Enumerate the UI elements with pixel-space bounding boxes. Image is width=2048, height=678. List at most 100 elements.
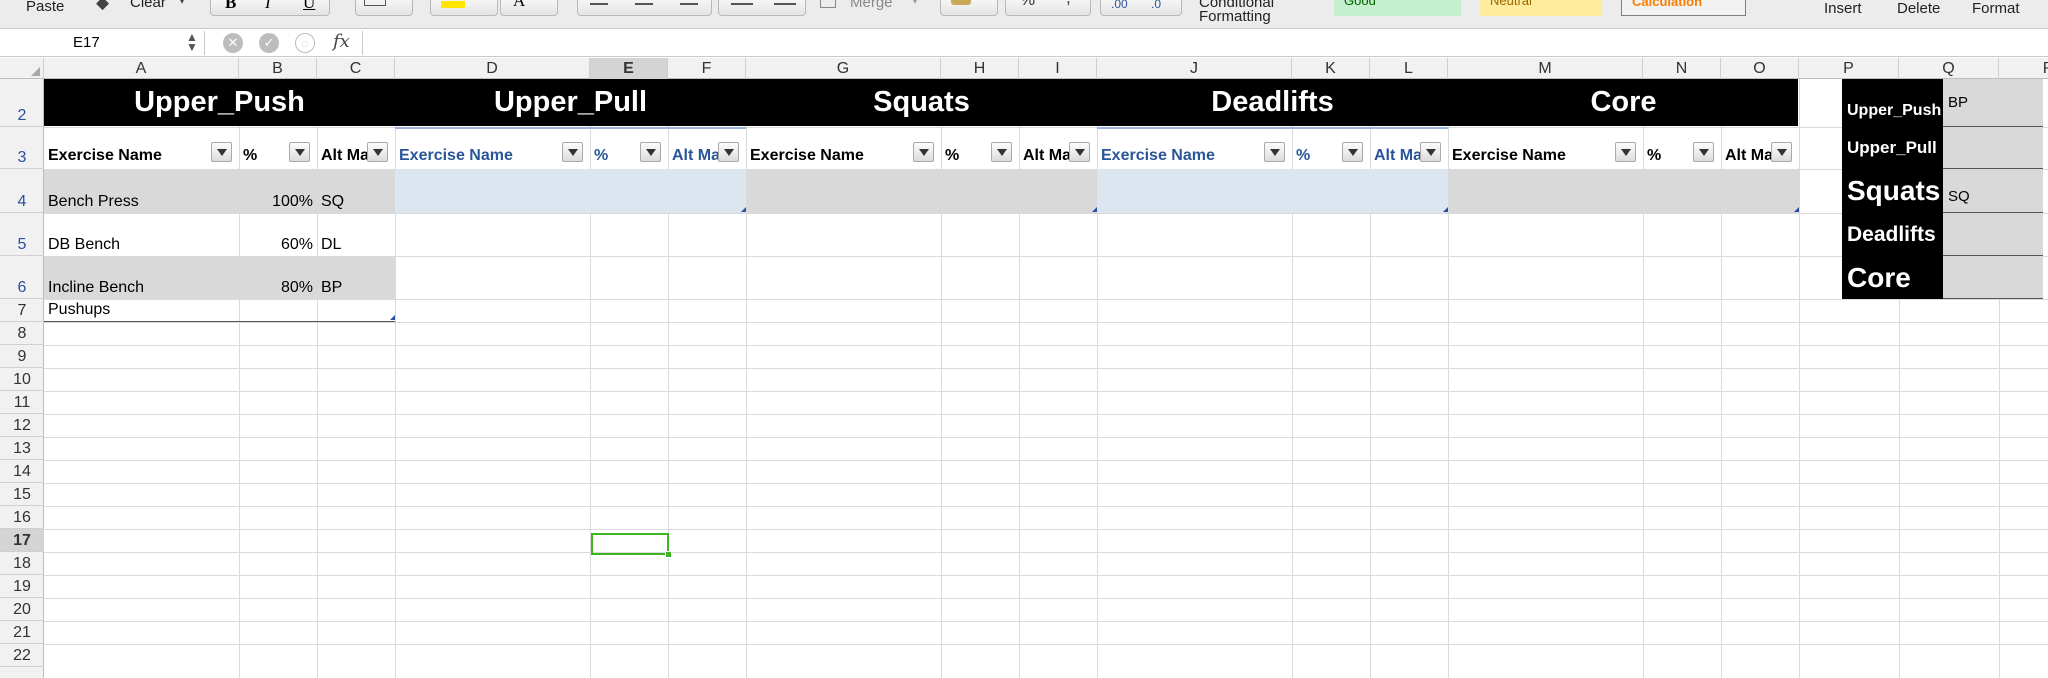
formula-input[interactable] [362, 31, 2042, 55]
fx-icon[interactable]: fx [333, 31, 350, 52]
upper-pull-header-name[interactable]: Exercise Name [395, 127, 590, 167]
table-resize-handle[interactable] [1092, 207, 1097, 212]
column-header-a[interactable]: A [44, 58, 239, 79]
align-center-icon[interactable] [635, 0, 653, 5]
row-header-10[interactable]: 10 [0, 368, 44, 391]
column-header-p[interactable]: P [1799, 58, 1899, 79]
comma-style-button[interactable]: , [1066, 0, 1071, 8]
percent-cell[interactable]: 60% [239, 213, 317, 256]
row-header-12[interactable]: 12 [0, 414, 44, 437]
alt-cell[interactable]: SQ [317, 169, 395, 213]
table-resize-handle[interactable] [390, 315, 395, 320]
row-header-3[interactable]: 3 [0, 127, 44, 169]
name-box-stepper-icon[interactable]: ▲ ▼ [186, 31, 198, 53]
row-header-9[interactable]: 9 [0, 345, 44, 368]
decrease-decimal-button[interactable]: .0 [1151, 0, 1161, 11]
cancel-edit-icon[interactable]: ✕ [223, 33, 243, 53]
percent-cell[interactable]: 100% [239, 169, 317, 213]
active-cell-selection[interactable] [591, 533, 669, 555]
filter-dropdown-button[interactable] [562, 142, 583, 162]
row-header-22[interactable]: 22 [0, 644, 44, 667]
percent-cell[interactable] [239, 299, 317, 322]
confirm-edit-icon[interactable]: ✓ [259, 33, 279, 53]
row-header-13[interactable]: 13 [0, 437, 44, 460]
category-title-deadlifts[interactable]: Deadlifts [1097, 79, 1448, 126]
increase-decimal-button[interactable]: .00 [1111, 0, 1128, 11]
row-header-6[interactable]: 6 [0, 256, 44, 299]
percent-style-button[interactable]: % [1020, 0, 1035, 10]
italic-icon[interactable]: I [265, 0, 271, 13]
row-header-21[interactable]: 21 [0, 621, 44, 644]
exercise-name-cell[interactable]: DB Bench [44, 213, 239, 256]
clear-button[interactable]: Clear [130, 0, 166, 11]
row-header-4[interactable]: 4 [0, 169, 44, 213]
delete-button[interactable]: Delete [1897, 0, 1940, 17]
underline-icon[interactable]: U [303, 0, 315, 13]
column-header-c[interactable]: C [317, 58, 395, 79]
category-title-upper-pull[interactable]: Upper_Pull [395, 79, 746, 126]
filter-dropdown-button[interactable] [1342, 142, 1363, 162]
column-header-f[interactable]: F [668, 58, 746, 79]
side-value-upper-pull[interactable] [1943, 127, 2043, 169]
filter-dropdown-button[interactable] [289, 142, 310, 162]
insert-function-icon[interactable]: ◌ [295, 33, 315, 53]
decrease-indent-icon[interactable] [731, 0, 753, 5]
side-label-squats[interactable]: Squats [1842, 169, 1943, 213]
select-all-corner[interactable] [0, 58, 44, 79]
row-header-15[interactable]: 15 [0, 483, 44, 506]
merge-button[interactable]: Merge [850, 0, 893, 11]
alt-cell[interactable] [317, 299, 395, 322]
column-header-b[interactable]: B [239, 58, 317, 79]
align-right-icon[interactable] [680, 0, 698, 5]
row-header-20[interactable]: 20 [0, 598, 44, 621]
side-value-squats[interactable]: SQ [1943, 169, 2043, 213]
column-header-i[interactable]: I [1019, 58, 1097, 79]
alt-cell[interactable]: DL [317, 213, 395, 256]
row-header-8[interactable]: 8 [0, 322, 44, 345]
filter-dropdown-button[interactable] [1615, 142, 1636, 162]
conditional-formatting-line2[interactable]: Formatting [1199, 8, 1271, 25]
squats-header-name[interactable]: Exercise Name [746, 127, 941, 167]
table-resize-handle[interactable] [1443, 207, 1448, 212]
side-label-core[interactable]: Core [1842, 256, 1943, 299]
side-label-deadlifts[interactable]: Deadlifts [1842, 213, 1943, 256]
column-header-l[interactable]: L [1370, 58, 1448, 79]
exercise-name-cell[interactable]: Incline Bench [44, 256, 239, 299]
side-value-deadlifts[interactable] [1943, 213, 2043, 256]
side-value-upper-push[interactable]: BP [1943, 79, 2043, 127]
insert-button[interactable]: Insert [1824, 0, 1862, 17]
filter-dropdown-button[interactable] [1264, 142, 1285, 162]
column-header-j[interactable]: J [1097, 58, 1292, 79]
column-header-e[interactable]: E [590, 58, 668, 79]
row-header-2[interactable]: 2 [0, 79, 44, 127]
column-header-k[interactable]: K [1292, 58, 1370, 79]
core-header-name[interactable]: Exercise Name [1448, 127, 1643, 167]
category-title-core[interactable]: Core [1448, 79, 1799, 126]
filter-dropdown-button[interactable] [640, 142, 661, 162]
filter-dropdown-button[interactable] [991, 142, 1012, 162]
name-box[interactable]: E17 ▲ ▼ [0, 31, 205, 55]
column-header-r[interactable]: R [1999, 58, 2048, 79]
row-header-17[interactable]: 17 [0, 529, 44, 552]
style-neutral[interactable]: Neutral [1480, 0, 1602, 16]
category-title-squats[interactable]: Squats [746, 79, 1097, 126]
row-header-5[interactable]: 5 [0, 213, 44, 256]
filter-dropdown-button[interactable] [1420, 142, 1441, 162]
category-title-upper-push[interactable]: Upper_Push [44, 79, 395, 126]
alt-cell[interactable]: BP [317, 256, 395, 299]
side-label-upper-pull[interactable]: Upper_Pull [1842, 127, 1943, 169]
row-header-16[interactable]: 16 [0, 506, 44, 529]
fill-handle[interactable] [665, 551, 672, 558]
font-color-button[interactable]: A [500, 0, 558, 16]
row-header-19[interactable]: 19 [0, 575, 44, 598]
sheet-grid[interactable]: Upper_Push Upper_Pull Squats Deadlifts C… [44, 79, 2048, 678]
filter-dropdown-button[interactable] [367, 142, 388, 162]
filter-dropdown-button[interactable] [211, 142, 232, 162]
column-header-h[interactable]: H [941, 58, 1019, 79]
filter-dropdown-button[interactable] [1771, 142, 1792, 162]
column-header-g[interactable]: G [746, 58, 941, 79]
currency-button[interactable] [940, 0, 998, 16]
row-header-7[interactable]: 7 [0, 299, 44, 322]
format-button[interactable]: Format [1972, 0, 2020, 17]
percent-cell[interactable]: 80% [239, 256, 317, 299]
